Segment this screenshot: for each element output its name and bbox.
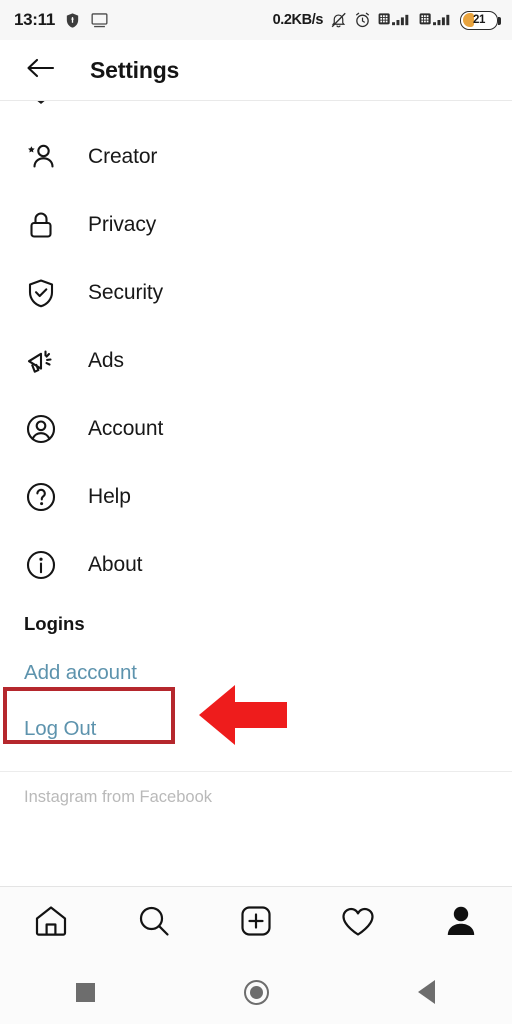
info-circle-icon [24,548,58,582]
log-out-label: Log Out [24,717,97,740]
add-account-label: Add account [24,661,137,684]
settings-item-label: Account [88,417,164,440]
settings-item-account[interactable]: Account [0,395,512,463]
android-home-button[interactable] [171,960,342,1024]
phone-screen: 13:11 0.2KB/s 21 Settings Creator Privac… [0,0,512,1024]
settings-item-label: Creator [88,145,158,168]
circle-icon [243,979,269,1005]
tab-create[interactable] [205,887,307,960]
question-circle-icon [24,480,58,514]
log-out-button[interactable]: Log Out [0,701,512,757]
network-speed-label: 0.2KB/s [272,12,324,28]
android-back-button[interactable] [341,960,512,1024]
bell-muted-icon [330,11,347,29]
status-bar: 13:11 0.2KB/s 21 [0,0,512,40]
battery-icon: 21 [460,10,501,30]
settings-item-creator[interactable]: Creator [0,123,512,191]
triangle-left-icon [418,980,436,1004]
settings-item-label: Security [88,281,164,304]
brand-footer-note: Instagram from Facebook [24,788,212,806]
settings-item-help[interactable]: Help [0,463,512,531]
shield-check-icon [24,276,58,310]
square-icon [75,982,95,1002]
search-icon [136,903,172,944]
cast-screen-icon [90,12,109,29]
clipped-list-item [0,101,512,123]
tab-profile[interactable] [410,887,512,960]
status-bar-clock: 13:11 [14,10,56,29]
android-recents-button[interactable] [0,960,171,1024]
clipped-icon [24,101,58,110]
android-nav-bar [0,960,512,1024]
sim1-signal-icon [378,11,412,29]
page-title: Settings [90,56,180,83]
tab-home[interactable] [0,887,102,960]
arrow-left-icon [25,56,55,85]
settings-item-ads[interactable]: Ads [0,327,512,395]
settings-item-label: About [88,553,143,576]
plus-square-icon [238,903,274,944]
battery-percent-label: 21 [473,14,485,26]
person-filled-icon [443,903,479,944]
tab-search[interactable] [102,887,204,960]
tab-activity[interactable] [307,887,409,960]
megaphone-icon [24,344,58,378]
settings-list[interactable]: Creator Privacy Security Ads Account Hel… [0,101,512,886]
creator-star-person-icon [24,140,58,174]
heart-icon [339,903,377,944]
app-header: Settings [0,40,512,101]
battery-fill [462,13,474,27]
settings-item-about[interactable]: About [0,531,512,599]
settings-item-label: Privacy [88,213,157,236]
lock-icon [24,208,58,242]
settings-item-label: Help [88,485,131,508]
shield-icon [64,12,81,29]
home-icon [33,903,69,944]
settings-item-privacy[interactable]: Privacy [0,191,512,259]
sim2-signal-icon [419,11,453,29]
settings-item-security[interactable]: Security [0,259,512,327]
bottom-tab-bar [0,886,512,960]
alarm-clock-icon [354,11,371,29]
logins-section-title: Logins [24,613,85,634]
status-bar-left: 13:11 [14,10,109,30]
status-bar-right: 0.2KB/s 21 [272,10,501,30]
settings-item-label: Ads [88,349,124,372]
add-account-button[interactable]: Add account [0,645,512,701]
back-button[interactable] [22,52,58,88]
account-circle-icon [24,412,58,446]
